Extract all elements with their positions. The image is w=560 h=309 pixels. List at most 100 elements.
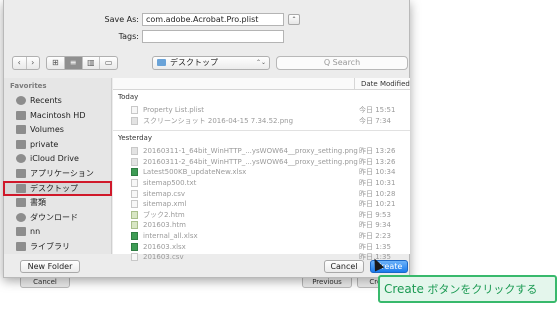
png-file-icon	[131, 157, 138, 166]
file-name: internal_all.xlsx	[143, 232, 198, 240]
file-row[interactable]: Property List.plist 今日 15:51	[113, 105, 410, 115]
downloads-icon	[16, 212, 26, 222]
forward-button[interactable]: ›	[27, 57, 40, 69]
folder-icon	[16, 242, 26, 251]
sidebar-item-label: nn	[30, 227, 41, 237]
sidebar-item[interactable]: iCloud Drive	[4, 152, 111, 165]
sidebar-item[interactable]: Recents	[4, 94, 111, 107]
tags-input[interactable]	[142, 30, 284, 43]
file-row[interactable]: 201603.htm 昨日 9:34	[113, 220, 410, 230]
file-date: 昨日 2:23	[359, 232, 391, 240]
sidebar-item[interactable]: nn	[4, 225, 111, 238]
file-row[interactable]: sitemap.xml 昨日 10:21	[113, 199, 410, 209]
save-as-row: Save As: com.adobe.Acrobat.Pro.plist ⌃	[4, 13, 411, 27]
folder-icon	[157, 59, 166, 66]
file-date: 昨日 10:21	[359, 200, 396, 209]
file-row[interactable]: ブック2.htm 昨日 9:53	[113, 210, 410, 220]
file-date: 昨日 10:34	[359, 168, 396, 177]
folder-icon	[16, 139, 26, 149]
sidebar-item-label: Macintosh HD	[30, 110, 86, 120]
file-date: 今日 15:51	[359, 106, 396, 114]
file-row[interactable]: Latest500KB_updateNew.xlsx 昨日 10:34	[113, 167, 410, 177]
toolbar: ‹ › ⊞ ≡ ▥ ▭ デスクトップ ⌃⌄ Q Search	[4, 56, 411, 74]
sidebar-item-label: デスクトップ	[30, 183, 78, 193]
file-name: スクリーンショット 2016-04-15 7.34.52.png	[143, 116, 294, 125]
file-row[interactable]: internal_all.xlsx 昨日 2:23	[113, 231, 410, 241]
folder-icon	[16, 125, 26, 135]
sidebar-heading: Favorites	[10, 82, 47, 90]
search-field[interactable]: Q Search	[276, 56, 408, 70]
disk-icon	[16, 110, 26, 120]
file-name: 201603.htm	[143, 221, 186, 230]
back-button[interactable]: ‹	[13, 57, 27, 69]
cloud-icon	[16, 154, 26, 164]
sidebar-item[interactable]: private	[4, 138, 111, 151]
tags-label: Tags:	[118, 32, 139, 41]
file-row[interactable]: sitemap.csv 昨日 10:28	[113, 189, 410, 199]
home-icon	[16, 227, 26, 237]
tags-row: Tags:	[4, 30, 411, 44]
sidebar-item[interactable]: ダウンロード	[4, 211, 111, 224]
file-name: 201603.xlsx	[143, 242, 186, 251]
doc-file-icon	[131, 253, 138, 262]
recents-icon	[16, 96, 26, 105]
cancel-button[interactable]: Cancel	[324, 260, 364, 273]
file-date: 昨日 10:31	[359, 179, 396, 187]
date-column-header[interactable]: Date Modified	[354, 78, 410, 90]
file-name: Property List.plist	[143, 106, 205, 114]
expand-dialog-button[interactable]: ⌃	[288, 14, 300, 25]
new-folder-button[interactable]: New Folder	[20, 260, 80, 273]
file-date: 昨日 1:35	[359, 242, 391, 251]
file-date: 昨日 9:34	[359, 221, 391, 230]
group-label: Today	[118, 93, 139, 101]
icon-view-button[interactable]: ⊞	[47, 57, 65, 69]
sidebar-item-label: ライブラリ	[30, 242, 70, 251]
file-name: ブック2.htm	[143, 210, 185, 219]
save-as-label: Save As:	[104, 15, 139, 24]
doc-file-icon	[131, 179, 138, 187]
file-name: sitemap.csv	[143, 189, 186, 198]
sidebar-item[interactable]: 書類	[4, 196, 111, 209]
file-name: Latest500KB_updateNew.xlsx	[143, 168, 247, 177]
png-file-icon	[131, 116, 138, 125]
group-divider	[113, 130, 410, 132]
sidebar-item[interactable]: アプリケーション	[4, 167, 111, 180]
file-name: sitemap.xml	[143, 200, 187, 209]
htm-file-icon	[131, 210, 138, 219]
xlsx-file-icon	[131, 242, 138, 251]
file-date: 昨日 13:26	[359, 157, 396, 166]
sidebar-item[interactable]: ライブラリ	[4, 240, 111, 253]
back-forward-control: ‹ ›	[12, 56, 40, 70]
list-view-button[interactable]: ≡	[64, 57, 83, 69]
xlsx-file-icon	[131, 168, 138, 177]
file-date: 昨日 13:26	[359, 147, 396, 156]
file-row[interactable]: 201603.csv 昨日 1:35	[113, 252, 410, 262]
file-date: 昨日 9:53	[359, 210, 391, 219]
sidebar-item-label: ダウンロード	[30, 212, 78, 222]
documents-icon	[16, 198, 26, 208]
callout-text: ボタンをクリックする	[423, 283, 538, 296]
file-row[interactable]: 20160311-2_64bit_WinHTTP_...ysWOW64__pro…	[113, 157, 410, 167]
sidebar-item-label: Recents	[30, 96, 62, 105]
location-label: デスクトップ	[170, 58, 218, 67]
doc-file-icon	[131, 189, 138, 198]
sidebar-item[interactable]: Macintosh HD	[4, 109, 111, 122]
xlsx-file-icon	[131, 232, 138, 240]
file-row[interactable]: 201603.xlsx 昨日 1:35	[113, 242, 410, 252]
file-name: 20160311-2_64bit_WinHTTP_...ysWOW64__pro…	[143, 157, 358, 166]
save-as-input[interactable]: com.adobe.Acrobat.Pro.plist	[142, 13, 284, 26]
sidebar-item-label: 書類	[30, 198, 46, 208]
desktop-icon	[16, 183, 26, 193]
save-dialog: Save As: com.adobe.Acrobat.Pro.plist ⌃ T…	[3, 0, 410, 278]
column-view-button[interactable]: ▥	[83, 57, 101, 69]
file-row[interactable]: スクリーンショット 2016-04-15 7.34.52.png 今日 7:34	[113, 116, 410, 126]
group-label: Yesterday	[118, 134, 152, 143]
sidebar-item[interactable]: Volumes	[4, 123, 111, 136]
file-row[interactable]: sitemap500.txt 昨日 10:31	[113, 178, 410, 188]
gallery-view-button[interactable]: ▭	[100, 57, 117, 69]
list-header: Date Modified	[113, 78, 410, 90]
file-row[interactable]: 20160311-1_64bit_WinHTTP_...ysWOW64__pro…	[113, 146, 410, 156]
location-popup[interactable]: デスクトップ ⌃⌄	[152, 56, 270, 70]
callout-button-name: Create	[384, 282, 424, 296]
sidebar-item[interactable]: デスクトップ	[3, 180, 112, 196]
